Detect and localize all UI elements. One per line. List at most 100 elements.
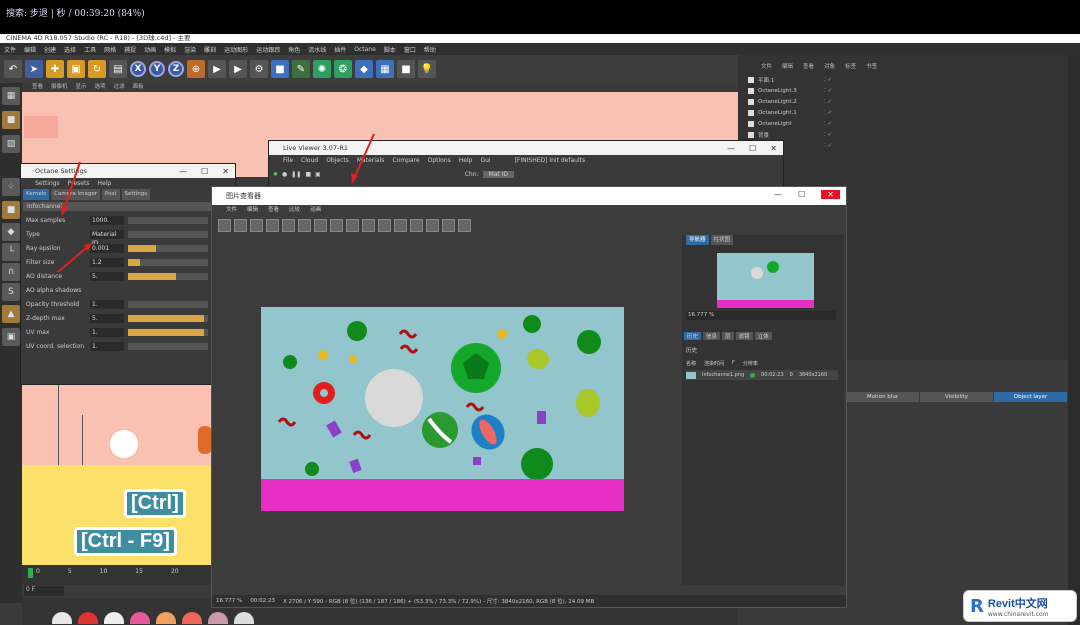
timeline[interactable]: 0 5 10 15 20 [22, 565, 212, 585]
navigator-thumbnail[interactable] [717, 253, 814, 308]
move-tool-icon[interactable]: ✚ [46, 60, 64, 78]
live-viewer-menu-item[interactable]: File [283, 155, 293, 167]
minimize-icon[interactable]: — [179, 167, 187, 176]
octane-param-value[interactable]: 1.2 [90, 257, 124, 267]
play-icon[interactable]: ● [282, 171, 287, 178]
picture-viewer-menu-item[interactable]: 动画 [310, 205, 321, 215]
pen-icon[interactable]: ✎ [292, 60, 310, 78]
live-viewer-menu-item[interactable]: Help [459, 155, 473, 167]
edges-mode-icon[interactable]: ■ [2, 201, 20, 219]
material-swatch[interactable] [130, 612, 150, 624]
octane-tab[interactable]: Post [101, 189, 120, 200]
menu-item[interactable]: 选择 [64, 45, 76, 54]
viewport-menu-item[interactable]: 摄像机 [51, 83, 68, 92]
material-swatch[interactable] [78, 612, 98, 624]
menu-item[interactable]: 动画 [144, 45, 156, 54]
octane-param-slider[interactable] [128, 230, 208, 238]
render-settings-icon[interactable]: ⚙ [250, 60, 268, 78]
picture-viewer-menu-item[interactable]: 编辑 [247, 205, 258, 215]
tab-navigator[interactable]: 导航器 [686, 235, 709, 245]
kernel-select[interactable]: Infochannel [23, 202, 233, 211]
octane-menu-item[interactable]: Help [97, 178, 111, 189]
layout-icon[interactable] [426, 218, 439, 232]
tab-histogram[interactable]: 柱状图 [710, 235, 734, 245]
floor-icon[interactable]: ▦ [376, 60, 394, 78]
lock-icon[interactable]: ▣ [2, 328, 20, 346]
object-list-item[interactable]: 平面.1 ⁚ ✓ [748, 75, 832, 85]
close-icon[interactable]: ✕ [821, 189, 840, 199]
octane-param-value[interactable]: 1. [90, 327, 124, 337]
z-axis-button[interactable]: Z [168, 61, 184, 77]
viewport-menu-item[interactable]: 过滤 [114, 83, 125, 92]
material-swatch[interactable] [104, 612, 124, 624]
close-icon[interactable]: ✕ [222, 167, 229, 176]
menu-item[interactable]: 运动跟踪 [256, 45, 280, 54]
coord-system-icon[interactable]: ⊕ [187, 60, 205, 78]
stop-icon[interactable]: ■ [305, 171, 311, 178]
region-icon[interactable] [298, 218, 311, 232]
octane-param-value[interactable]: Material ID [90, 229, 124, 247]
history-tab[interactable]: 滤镜 [735, 332, 753, 340]
octane-param-slider[interactable] [128, 300, 208, 308]
octane-param-slider[interactable] [128, 258, 208, 266]
menu-item[interactable]: 创建 [44, 45, 56, 54]
attribute-tab[interactable]: Visibility [920, 392, 993, 402]
layout2-icon[interactable] [442, 218, 455, 232]
channel-select[interactable]: Mat ID [482, 170, 515, 178]
object-manager-menu-item[interactable]: 书签 [866, 62, 877, 71]
object-manager-menu-item[interactable]: 查看 [803, 62, 814, 71]
object-list-item[interactable]: OctaneLight.2 ⁚ ✓ [748, 97, 832, 107]
octane-param-slider[interactable] [128, 244, 208, 252]
array-icon[interactable]: ❂ [334, 60, 352, 78]
region2-icon[interactable] [314, 218, 327, 232]
points-mode-icon[interactable]: ⁘ [2, 178, 20, 196]
model-mode-icon[interactable]: ■ [2, 111, 20, 129]
visibility-dots-icon[interactable]: ⁚ ✓ [824, 110, 832, 116]
history-tab[interactable]: 立体 [754, 332, 772, 340]
gear-icon[interactable]: ✹ [273, 171, 278, 178]
live-viewer-menu-item[interactable]: Cloud [301, 155, 318, 167]
octane-param-value[interactable]: 0.001 [90, 243, 124, 253]
material-swatch[interactable] [182, 612, 202, 624]
menu-item[interactable]: Octane [354, 46, 376, 53]
channel3-icon[interactable] [394, 218, 407, 232]
octane-settings-titlebar[interactable]: Octane Settings — ☐ ✕ [21, 164, 235, 178]
render-picture-viewer-icon[interactable]: ▶ [229, 60, 247, 78]
maximize-icon[interactable]: ☐ [749, 144, 756, 153]
pause-icon[interactable]: ❚❚ [291, 171, 301, 178]
live-viewer-menu-item[interactable]: Gui [480, 155, 490, 167]
history-tab[interactable]: 信息 [703, 332, 721, 340]
menu-item[interactable]: 网格 [104, 45, 116, 54]
live-viewer-menu-item[interactable]: Materials [357, 155, 385, 167]
viewport-menu-item[interactable]: 查看 [32, 83, 43, 92]
magnet-icon[interactable]: ∩ [2, 263, 20, 281]
workplane-icon[interactable]: ▲ [2, 305, 20, 323]
material-swatch[interactable] [208, 612, 228, 624]
menu-item[interactable]: 文件 [4, 45, 16, 54]
region3-icon[interactable] [330, 218, 343, 232]
minimize-icon[interactable]: — [774, 190, 782, 199]
ab-compare-icon[interactable] [266, 218, 279, 232]
menu-item[interactable]: 窗口 [404, 45, 416, 54]
octane-param-slider[interactable] [128, 342, 208, 350]
frame-field[interactable]: 0 F [24, 586, 64, 596]
cube-icon[interactable]: ■ [271, 60, 289, 78]
render-view-icon[interactable]: ▶ [208, 60, 226, 78]
object-manager-menu-item[interactable]: 编辑 [782, 62, 793, 71]
light-icon[interactable]: 💡 [418, 60, 436, 78]
octane-tab[interactable]: Camera Imager [51, 189, 100, 200]
menu-item[interactable]: 编辑 [24, 45, 36, 54]
octane-tab[interactable]: Settings [121, 189, 151, 200]
menu-item[interactable]: 帮助 [424, 45, 436, 54]
octane-param-slider[interactable] [128, 328, 208, 336]
attribute-tab[interactable]: Motion blur [846, 392, 919, 402]
undo-icon[interactable]: ↶ [4, 60, 22, 78]
octane-menu-item[interactable]: Settings [35, 178, 60, 189]
grid-icon[interactable] [250, 218, 263, 232]
viewport-menu-item[interactable]: 选项 [95, 83, 106, 92]
object-manager-menu-item[interactable]: 文件 [761, 62, 772, 71]
material-swatch[interactable] [156, 612, 176, 624]
octane-menu-item[interactable]: Presets [68, 178, 90, 189]
navigator-zoom-field[interactable]: 16.777 % [686, 311, 836, 320]
octane-param-slider[interactable] [128, 314, 208, 322]
